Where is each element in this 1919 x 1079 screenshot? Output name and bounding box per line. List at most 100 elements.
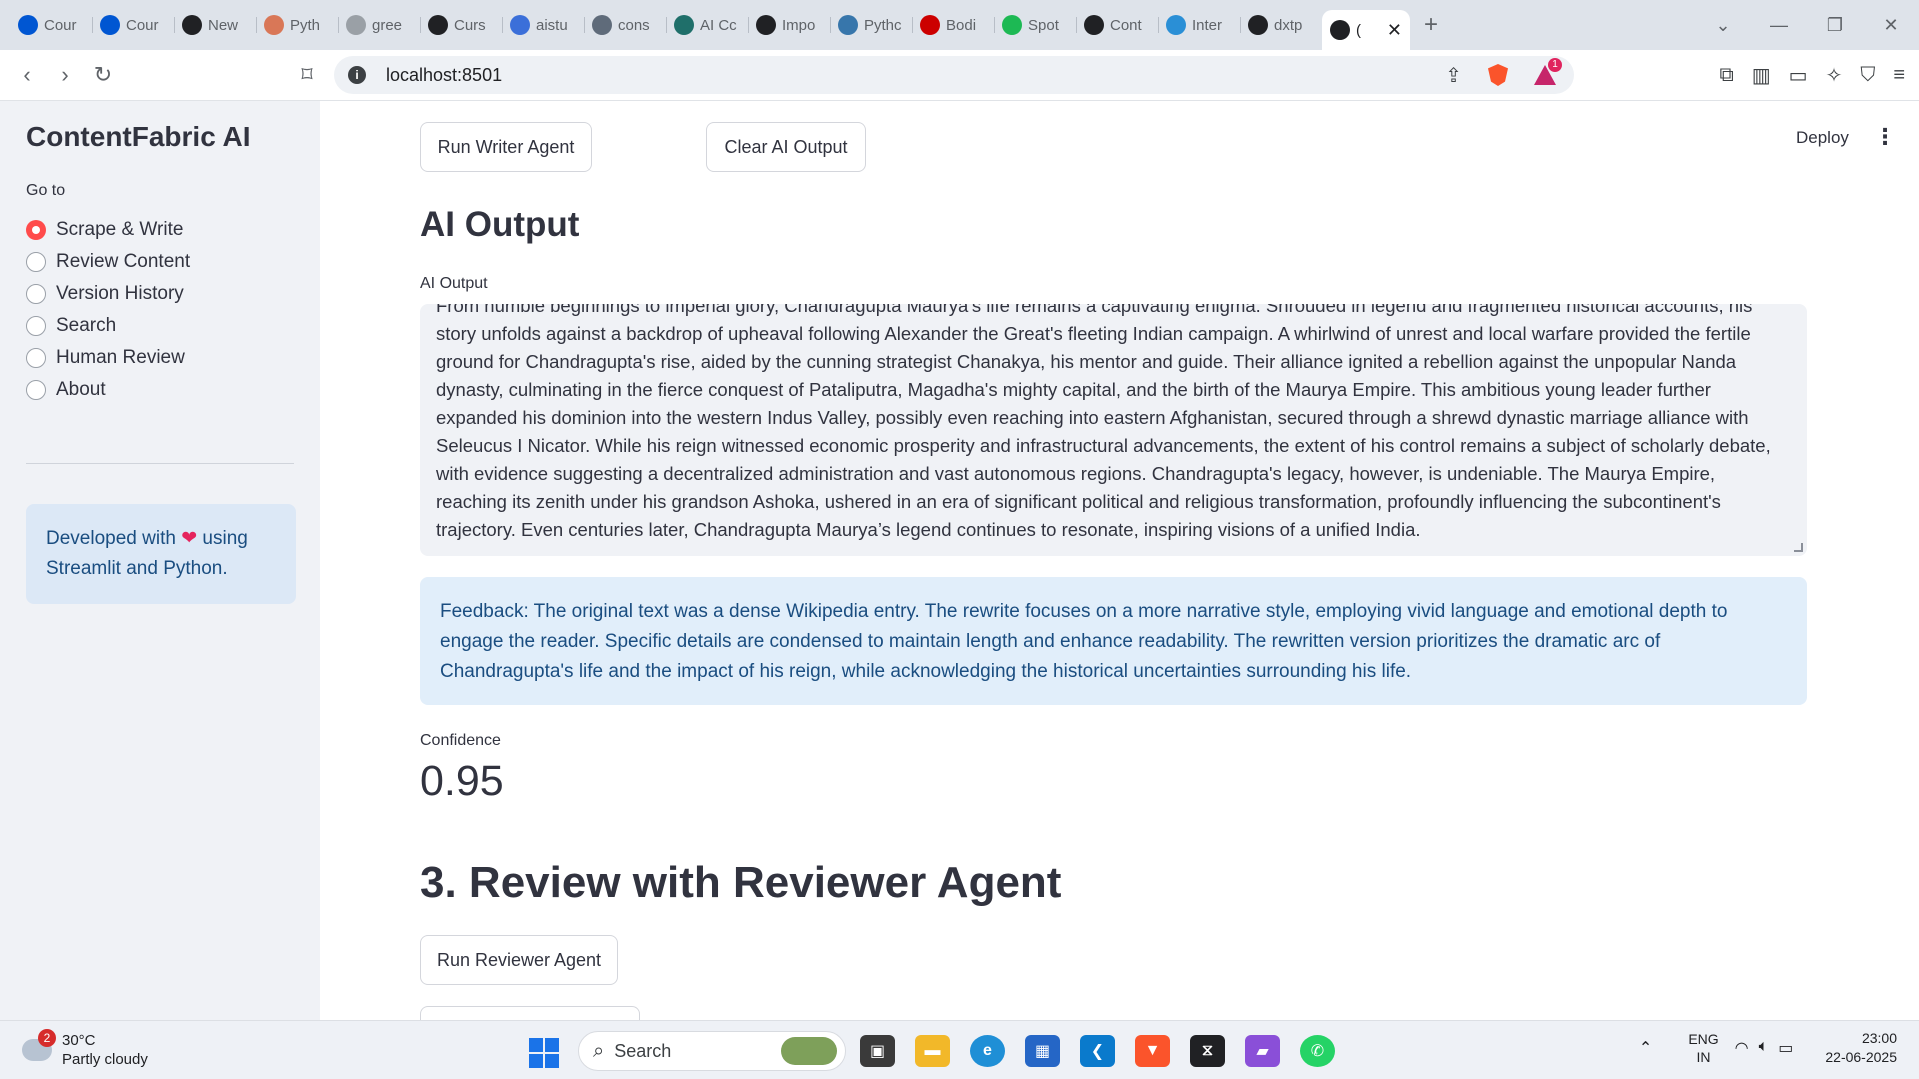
developer-info-box: Developed with ❤ using Streamlit and Pyt… <box>26 504 296 604</box>
clock[interactable]: 23:00 22-06-2025 <box>1825 1029 1897 1067</box>
reload-icon[interactable]: ↻ <box>84 62 122 88</box>
clipchamp-icon[interactable]: ▰ <box>1245 1035 1280 1067</box>
share-icon[interactable]: ⇪ <box>1445 63 1462 88</box>
api-icon <box>592 15 612 35</box>
forward-icon[interactable]: › <box>46 62 84 88</box>
quick-settings[interactable]: ◠ 🔈︎ ▭ <box>1735 1038 1794 1058</box>
window-controls: ⌄ — ❐ ✕ <box>1695 0 1919 50</box>
store-icon[interactable]: ▦ <box>1025 1035 1060 1067</box>
browser-tab[interactable]: Impo <box>748 7 830 43</box>
main-menu-icon[interactable]: ⋮ <box>1874 124 1896 150</box>
streamlit-icon <box>1084 15 1104 35</box>
sidebar-toggle-icon[interactable]: ▥ <box>1752 63 1771 88</box>
brave-shields-icon[interactable] <box>1488 64 1508 86</box>
tab-list: Cour Cour New Pyth gree Curs aistu cons AI Cc Imp… <box>10 0 1410 50</box>
radio-unselected-icon[interactable] <box>26 380 46 400</box>
vscode-icon[interactable]: ❮ <box>1080 1035 1115 1067</box>
nav-option[interactable]: About <box>26 374 190 406</box>
browser-tab[interactable]: cons <box>584 7 666 43</box>
browser-tab[interactable]: New <box>174 7 256 43</box>
tab-search-icon[interactable]: ⌄ <box>1695 15 1751 36</box>
back-icon[interactable]: ‹ <box>8 62 46 88</box>
nav-option[interactable]: Review Content <box>26 246 190 278</box>
url-text[interactable]: localhost:8501 <box>386 65 502 86</box>
whatsapp-icon[interactable]: ✆ <box>1300 1035 1335 1067</box>
weather-widget[interactable]: 2 30°C Partly cloudy <box>22 1029 148 1069</box>
restore-icon[interactable]: ❐ <box>1807 15 1863 36</box>
tab-title: Spot <box>1028 16 1059 34</box>
nav-option-label: Scrape & Write <box>56 219 184 240</box>
app-title: ContentFabric AI <box>26 121 251 152</box>
close-window-icon[interactable]: ✕ <box>1863 15 1919 36</box>
battery-icon: ▭ <box>1778 1040 1794 1057</box>
task-view-icon[interactable]: ▣ <box>860 1035 895 1067</box>
goto-label: Go to <box>26 182 66 199</box>
radio-unselected-icon[interactable] <box>26 348 46 368</box>
brave-icon[interactable]: ▼ <box>1135 1035 1170 1067</box>
tab-title: ( <box>1356 21 1361 39</box>
lang-bottom: IN <box>1696 1049 1711 1065</box>
browser-tab[interactable]: aistu <box>502 7 584 43</box>
ai-output-textarea[interactable]: From humble beginnings to imperial glory… <box>420 304 1807 556</box>
weather-condition: Partly cloudy <box>62 1051 148 1068</box>
capcut-icon[interactable]: ⧖ <box>1190 1035 1225 1067</box>
edge-icon[interactable]: e <box>970 1035 1005 1067</box>
run-reviewer-agent-button[interactable]: Run Reviewer Agent <box>420 935 618 985</box>
browser-tab[interactable]: AI Cc <box>666 7 748 43</box>
clear-ai-output-button[interactable]: Clear AI Output <box>706 122 866 172</box>
nav-option[interactable]: Human Review <box>26 342 190 374</box>
site-info-icon[interactable]: i <box>348 66 366 84</box>
browser-tab[interactable]: Bodi <box>912 7 994 43</box>
browser-tab[interactable]: (✕ <box>1322 10 1410 50</box>
nav-option-label: Review Content <box>56 251 191 272</box>
taskbar-apps: ▣ ▬ e ▦ ❮ ▼ ⧖ ▰ ✆ <box>860 1035 1335 1067</box>
browser-tab[interactable]: gree <box>338 7 420 43</box>
loading-icon <box>346 15 366 35</box>
radio-unselected-icon[interactable] <box>26 316 46 336</box>
radio-unselected-icon[interactable] <box>26 284 46 304</box>
browser-tab[interactable]: Pythc <box>830 7 912 43</box>
browser-tab[interactable]: Pyth <box>256 7 338 43</box>
radio-unselected-icon[interactable] <box>26 252 46 272</box>
claude-icon <box>264 15 284 35</box>
ai-output-text[interactable]: From humble beginnings to imperial glory… <box>436 304 1788 544</box>
bookmark-icon[interactable]: ⌑ <box>288 62 326 88</box>
windows-start-icon[interactable] <box>529 1038 559 1068</box>
browser-tab[interactable]: dxtp <box>1240 7 1322 43</box>
time: 23:00 <box>1861 1030 1897 1046</box>
browser-tab[interactable]: Cont <box>1076 7 1158 43</box>
nav-option[interactable]: Scrape & Write <box>26 214 190 246</box>
wallet-icon[interactable]: ▭ <box>1789 63 1808 88</box>
nav-option[interactable]: Version History <box>26 278 190 310</box>
browser-tab[interactable]: Cour <box>10 7 92 43</box>
confidence-label: Confidence <box>420 732 501 749</box>
tab-title: Curs <box>454 16 486 34</box>
language-indicator[interactable]: ENG IN <box>1688 1030 1718 1066</box>
tab-title: Cour <box>44 16 77 34</box>
system-tray: ⌃ ENG IN ◠ 🔈︎ ▭ 23:00 22-06-2025 <box>1639 1029 1897 1067</box>
nav-option[interactable]: Search <box>26 310 190 342</box>
browser-tab[interactable]: Curs <box>420 7 502 43</box>
extensions-icon[interactable]: ⧉ <box>1719 64 1733 87</box>
run-writer-agent-button[interactable]: Run Writer Agent <box>420 122 592 172</box>
chevron-up-icon[interactable]: ⌃ <box>1639 1038 1652 1058</box>
file-explorer-icon[interactable]: ▬ <box>915 1035 950 1067</box>
minimize-icon[interactable]: — <box>1751 15 1807 36</box>
tab-title: gree <box>372 16 403 34</box>
weather-cloud-icon: 2 <box>22 1029 56 1061</box>
resize-handle-icon[interactable] <box>1794 543 1803 552</box>
browser-tab[interactable]: Spot <box>994 7 1076 43</box>
tab-title: aistu <box>536 16 568 34</box>
taskbar-search[interactable]: ⌕ Search <box>578 1031 846 1071</box>
vpn-icon[interactable]: ⛉ <box>1860 64 1875 87</box>
taskbar-search-label: Search <box>614 1040 672 1061</box>
deploy-button[interactable]: Deploy <box>1796 128 1849 148</box>
browser-tab[interactable]: Cour <box>92 7 174 43</box>
browser-tab[interactable]: Inter <box>1158 7 1240 43</box>
leo-ai-icon[interactable]: ✧ <box>1826 63 1843 88</box>
address-bar[interactable]: i localhost:8501 ⇪ <box>334 56 1574 94</box>
close-tab-icon[interactable]: ✕ <box>1387 20 1402 41</box>
new-tab-icon[interactable]: + <box>1424 11 1438 39</box>
menu-icon[interactable]: ≡ <box>1893 64 1905 87</box>
radio-selected-icon[interactable] <box>26 220 46 240</box>
